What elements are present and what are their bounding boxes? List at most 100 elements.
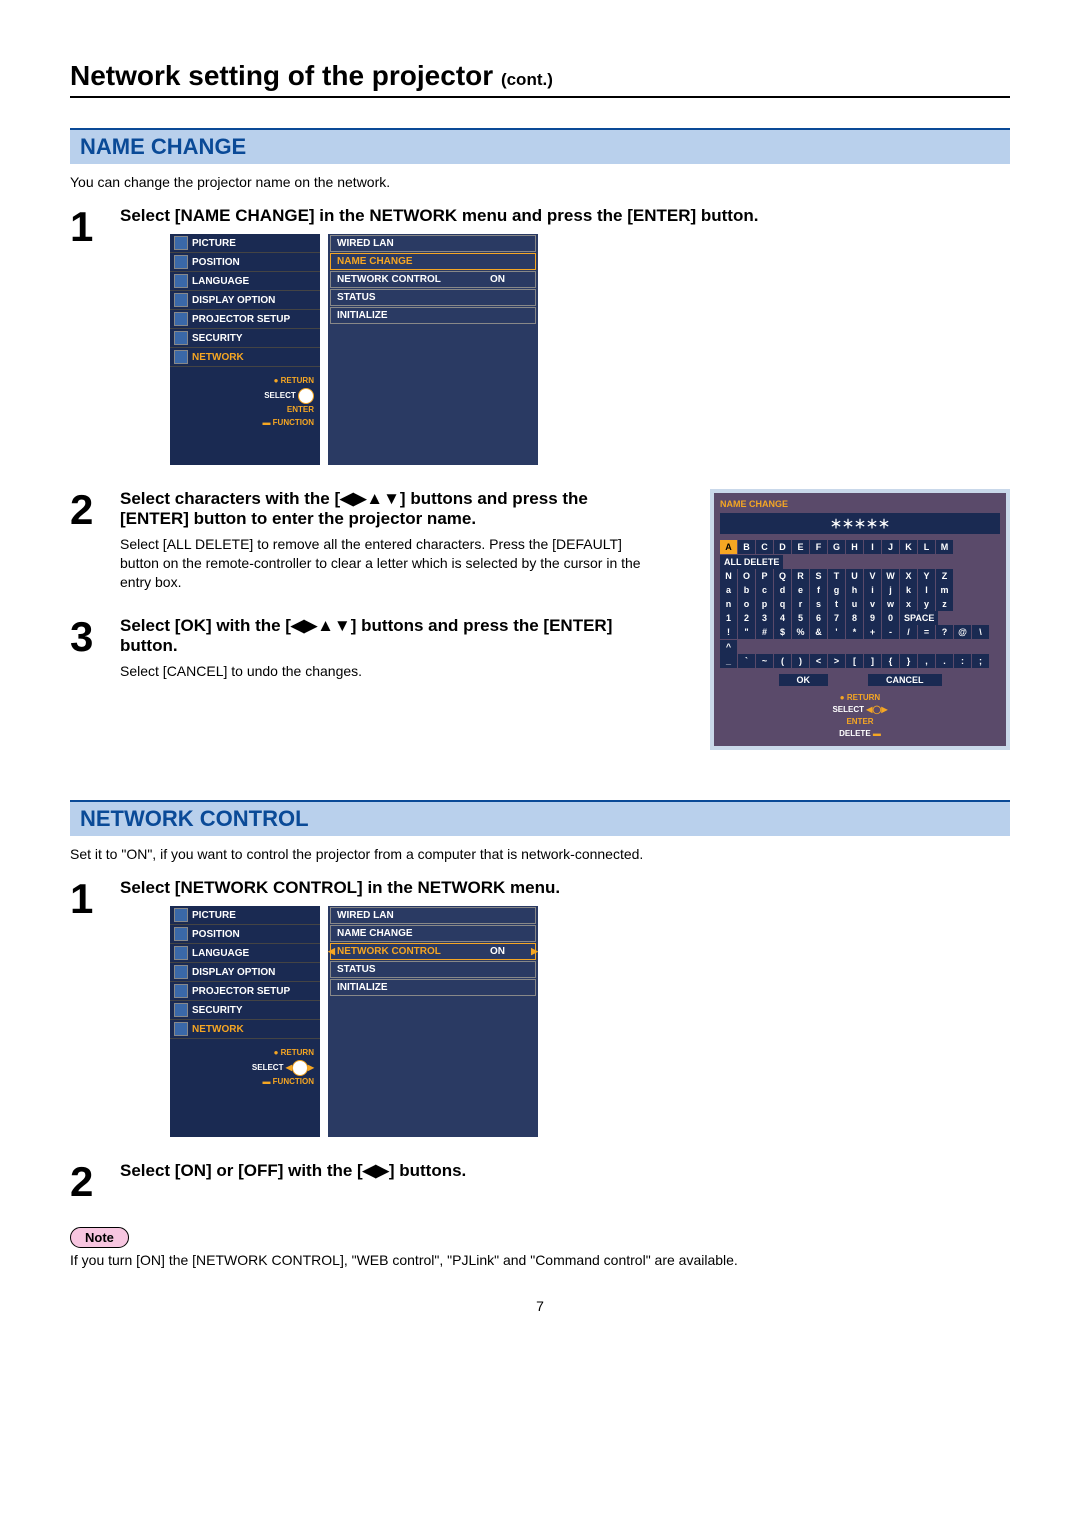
- sidebar-item-selected: NETWORK: [170, 1020, 320, 1039]
- panel-item: WIRED LAN: [330, 907, 536, 924]
- step-subtext: Select [ALL DELETE] to remove all the en…: [120, 535, 660, 592]
- menu-icon: [174, 1003, 188, 1017]
- menu-sidebar: PICTURE POSITION LANGUAGE DISPLAY OPTION…: [170, 906, 320, 1137]
- menu-sidebar: PICTURE POSITION LANGUAGE DISPLAY OPTION…: [170, 234, 320, 465]
- on-value: ON: [490, 274, 505, 285]
- panel-item-selected: NAME CHANGE: [330, 253, 536, 270]
- menu-screenshot-2: PICTURE POSITION LANGUAGE DISPLAY OPTION…: [170, 906, 1010, 1137]
- kb-row: 1234567890 SPACE: [720, 611, 1000, 625]
- panel-item: INITIALIZE: [330, 979, 536, 996]
- step-number: 1: [70, 878, 120, 920]
- sidebar-item: DISPLAY OPTION: [170, 291, 320, 310]
- title-main: Network setting of the projector: [70, 60, 493, 91]
- sidebar-item: POSITION: [170, 925, 320, 944]
- kb-row: ABCDEFGHIJKLM ALL DELETE: [720, 540, 1000, 569]
- panel-item: WIRED LAN: [330, 235, 536, 252]
- step-title: Select [ON] or [OFF] with the [◀▶] butto…: [120, 1161, 1010, 1181]
- menu-icon: [174, 293, 188, 307]
- note-block: Note If you turn [ON] the [NETWORK CONTR…: [70, 1227, 1010, 1268]
- page-number: 7: [70, 1298, 1010, 1314]
- step-2-row: 2 Select characters with the [◀▶▲▼] butt…: [70, 489, 1010, 750]
- sidebar-item: SECURITY: [170, 329, 320, 348]
- menu-icon: [174, 312, 188, 326]
- panel-item: NETWORK CONTROLON: [330, 271, 536, 288]
- panel-item: NAME CHANGE: [330, 925, 536, 942]
- panel-item: STATUS: [330, 289, 536, 306]
- step-title: Select [NETWORK CONTROL] in the NETWORK …: [120, 878, 1010, 898]
- panel-item: INITIALIZE: [330, 307, 536, 324]
- step-number: 3: [70, 616, 120, 658]
- section-header-network-control: NETWORK CONTROL: [70, 800, 1010, 836]
- sidebar-item-selected: NETWORK: [170, 348, 320, 367]
- dpad-icon: [298, 388, 314, 404]
- sidebar-item: PICTURE: [170, 234, 320, 253]
- step-number: 2: [70, 489, 120, 531]
- menu-right-panel: WIRED LAN NAME CHANGE NETWORK CONTROLON …: [328, 234, 538, 465]
- menu-icon: [174, 965, 188, 979]
- sidebar-item: LANGUAGE: [170, 272, 320, 291]
- menu-icon: [174, 927, 188, 941]
- section-intro: You can change the projector name on the…: [70, 174, 1010, 190]
- section-header-name-change: NAME CHANGE: [70, 128, 1010, 164]
- left-arrow-icon: ◀: [328, 946, 335, 957]
- sidebar-item: PROJECTOR SETUP: [170, 310, 320, 329]
- keyboard-title: NAME CHANGE: [720, 499, 1000, 509]
- page: Network setting of the projector (cont.)…: [0, 0, 1080, 1354]
- panel-item-selected: ◀NETWORK CONTROLON▶: [330, 943, 536, 960]
- kb-space: SPACE: [900, 611, 938, 625]
- menu-screenshot-1: PICTURE POSITION LANGUAGE DISPLAY OPTION…: [170, 234, 1010, 465]
- menu-icon: [174, 331, 188, 345]
- keyboard-screenshot: NAME CHANGE ＊＊＊＊＊ ABCDEFGHIJKLM ALL DELE…: [710, 489, 1010, 750]
- sidebar-item: PICTURE: [170, 906, 320, 925]
- step-number: 2: [70, 1161, 120, 1203]
- kb-ok: OK: [779, 674, 829, 686]
- kb-ok-row: OK CANCEL: [720, 674, 1000, 686]
- note-badge: Note: [70, 1227, 129, 1248]
- note-text: If you turn [ON] the [NETWORK CONTROL], …: [70, 1252, 1010, 1268]
- menu-right-panel: WIRED LAN NAME CHANGE ◀NETWORK CONTROLON…: [328, 906, 538, 1137]
- step-3: 3 Select [OK] with the [◀▶▲▼] buttons an…: [70, 616, 660, 681]
- kb-key-selected: A: [720, 540, 737, 554]
- right-arrow-icon: ▶: [531, 946, 538, 957]
- kb-row: nopqrstuvwxyz: [720, 597, 1000, 611]
- sidebar-hints: ● RETURN SELECT ENTER ▬ FUNCTION: [170, 367, 320, 437]
- page-title: Network setting of the projector (cont.): [70, 60, 1010, 98]
- menu-icon: [174, 946, 188, 960]
- kb-row: !"#$%&'*+-/=?@\^: [720, 625, 1000, 654]
- kb-cancel: CANCEL: [868, 674, 942, 686]
- panel-item: STATUS: [330, 961, 536, 978]
- dpad-icon: [292, 1060, 308, 1076]
- step-1: 1 Select [NAME CHANGE] in the NETWORK me…: [70, 206, 1010, 465]
- kb-all-delete: ALL DELETE: [720, 555, 783, 569]
- sidebar-item: SECURITY: [170, 1001, 320, 1020]
- kb-row: NOPQRSTUVWXYZ: [720, 569, 1000, 583]
- menu-icon: [174, 236, 188, 250]
- step-subtext: Select [CANCEL] to undo the changes.: [120, 662, 660, 681]
- section-intro: Set it to "ON", if you want to control t…: [70, 846, 1010, 862]
- step-1b: 1 Select [NETWORK CONTROL] in the NETWOR…: [70, 878, 1010, 1137]
- menu-icon: [174, 274, 188, 288]
- step-title: Select [OK] with the [◀▶▲▼] buttons and …: [120, 616, 660, 656]
- kb-hints: ● RETURN SELECT ◀◯▶ ENTER DELETE ▬: [720, 692, 1000, 740]
- kb-row: _`~()<>[]{},.:;: [720, 654, 1000, 668]
- keyboard-body: ABCDEFGHIJKLM ALL DELETE NOPQRSTUVWXYZ a…: [720, 540, 1000, 740]
- on-value: ON: [490, 946, 505, 957]
- kb-row: abcdefghijklm: [720, 583, 1000, 597]
- sidebar-item: PROJECTOR SETUP: [170, 982, 320, 1001]
- step-2b: 2 Select [ON] or [OFF] with the [◀▶] but…: [70, 1161, 1010, 1203]
- sidebar-item: DISPLAY OPTION: [170, 963, 320, 982]
- step-number: 1: [70, 206, 120, 248]
- menu-icon: [174, 350, 188, 364]
- menu-icon: [174, 908, 188, 922]
- menu-icon: [174, 255, 188, 269]
- step-2: 2 Select characters with the [◀▶▲▼] butt…: [70, 489, 660, 592]
- sidebar-hints: ● RETURN SELECT ◀▶ ▬ FUNCTION: [170, 1039, 320, 1097]
- menu-icon: [174, 984, 188, 998]
- menu-icon: [174, 1022, 188, 1036]
- sidebar-item: LANGUAGE: [170, 944, 320, 963]
- title-cont: (cont.): [501, 70, 553, 89]
- step-title: Select characters with the [◀▶▲▼] button…: [120, 489, 660, 529]
- sidebar-item: POSITION: [170, 253, 320, 272]
- keyboard-entry: ＊＊＊＊＊: [720, 513, 1000, 534]
- step-title: Select [NAME CHANGE] in the NETWORK menu…: [120, 206, 1010, 226]
